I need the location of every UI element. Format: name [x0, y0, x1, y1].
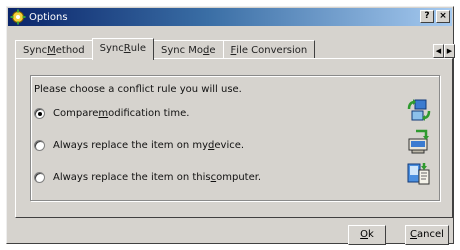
tab-sync-mode[interactable]: Sync Mo d e	[152, 40, 224, 59]
device-replace-icon	[406, 129, 432, 155]
option-mnemonic: m	[98, 108, 109, 119]
tab-strip: Sync Method Sync Rule Sync Mo d e File Con…	[15, 37, 316, 60]
title-bar[interactable]: Options ? ×	[8, 8, 452, 26]
tab-mnemonic: R	[123, 43, 131, 54]
tab-panel-sync-rule: Please choose a conflict rule you will u…	[15, 58, 453, 218]
gear-icon	[10, 9, 26, 25]
tab-scroll-right-icon[interactable]: ▶	[444, 44, 455, 58]
close-button[interactable]: ×	[436, 10, 450, 23]
option-label: Compare	[53, 108, 99, 119]
tab-label-rest: e	[209, 44, 216, 56]
title-buttons: ? ×	[420, 10, 450, 23]
window-title: Options	[29, 11, 68, 23]
option-label-rest: odification time.	[108, 108, 190, 119]
cancel-mnemonic: C	[410, 229, 418, 240]
option-label-rest: omputer.	[216, 172, 262, 183]
sync-arrows-icon	[406, 97, 432, 123]
option-label-rest: evice.	[214, 140, 245, 151]
option-compare-modification-time[interactable]: Compare m odification time.	[34, 108, 189, 119]
tab-file-conversion[interactable]: File Conversion	[222, 40, 316, 59]
help-button[interactable]: ?	[420, 10, 434, 23]
tab-label-rest: ile Conversion	[236, 44, 308, 56]
option-replace-on-device[interactable]: Always replace the item on my d evice.	[34, 140, 244, 151]
tab-label: Sync	[99, 43, 124, 54]
radio-replace-on-device[interactable]	[34, 140, 45, 151]
ok-button[interactable]: Ok	[348, 225, 386, 245]
tab-scroll-left-icon[interactable]: ◀	[433, 44, 444, 58]
option-label: Always replace the item on this	[53, 172, 211, 183]
ok-label-rest: k	[368, 229, 374, 240]
radio-replace-on-computer[interactable]	[34, 172, 45, 183]
ok-mnemonic: O	[360, 229, 369, 240]
options-dialog: Options ? × Sync Method Sync Rule Sync M…	[6, 6, 455, 245]
tab-sync-rule[interactable]: Sync Rule	[91, 38, 154, 60]
cancel-label-rest: ancel	[417, 229, 444, 240]
option-label: Always replace the item on my	[53, 140, 209, 151]
tab-label: Sync	[23, 44, 48, 56]
tab-label: Sync Mo	[160, 44, 204, 56]
tab-label-rest: ule	[130, 43, 146, 54]
cancel-button[interactable]: Cancel	[405, 225, 449, 245]
tab-scroll-buttons: ◀ ▶	[433, 44, 455, 58]
conflict-rule-prompt: Please choose a conflict rule you will u…	[34, 84, 242, 95]
tab-mnemonic: M	[47, 44, 56, 56]
computer-replace-icon	[406, 160, 432, 186]
tab-sync-method[interactable]: Sync Method	[15, 40, 93, 59]
tab-label-rest: ethod	[55, 44, 85, 56]
radio-compare-modification-time[interactable]	[34, 108, 45, 119]
option-replace-on-computer[interactable]: Always replace the item on this c omputer…	[34, 172, 261, 183]
